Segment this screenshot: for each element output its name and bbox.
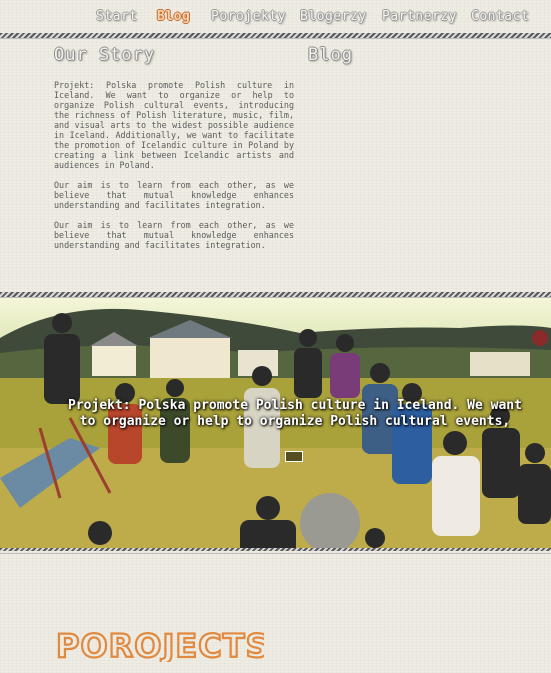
main-nav: Start Blog Porojekty Blogerzy Partnerzy … (0, 9, 551, 27)
blog-heading: Blog (308, 45, 353, 65)
porojects-logo: POROJECTS (55, 626, 264, 662)
slider-indicator[interactable] (285, 451, 303, 462)
nav-partnerzy[interactable]: Partnerzy (382, 9, 457, 24)
nav-contact[interactable]: Contact (471, 9, 529, 24)
logo-text: POROJECTS (56, 627, 264, 662)
nav-start[interactable]: Start (96, 9, 138, 24)
stitched-divider-banner-top (0, 292, 551, 298)
stitched-divider-top (0, 33, 551, 39)
story-paragraph: Projekt: Polska promote Polish culture i… (54, 80, 294, 170)
our-story-heading: Our Story (54, 45, 156, 65)
nav-blogerzy[interactable]: Blogerzy (300, 9, 367, 24)
nav-blog[interactable]: Blog (157, 9, 190, 24)
story-paragraph: Our aim is to learn from each other, as … (54, 220, 294, 250)
banner-caption: Projekt: Polska promote Polish culture i… (68, 398, 522, 429)
story-paragraph: Our aim is to learn from each other, as … (54, 180, 294, 210)
nav-porojekty[interactable]: Porojekty (211, 9, 286, 24)
our-story-text: Projekt: Polska promote Polish culture i… (54, 80, 294, 260)
stitched-divider-banner-bottom (0, 548, 551, 554)
